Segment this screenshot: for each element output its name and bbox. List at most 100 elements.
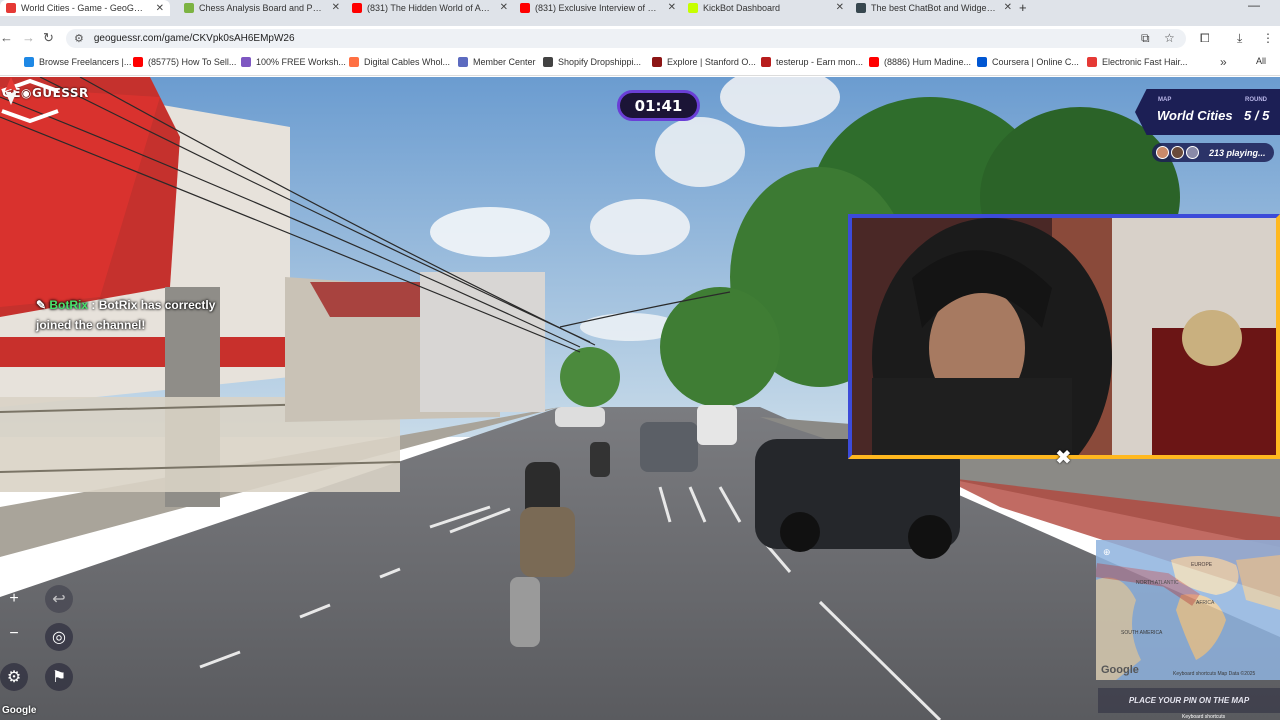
minimap-label: EUROPE [1191, 562, 1213, 568]
bookmark-item[interactable]: 100% FREE Worksh... [241, 57, 346, 67]
map-label: MAP [1158, 97, 1172, 103]
avatar [1171, 146, 1184, 159]
bookmark-label: (8886) Hum Madine... [884, 57, 972, 67]
tab-title: Chess Analysis Board and PGN ... [199, 2, 324, 13]
bookmark-item[interactable]: (85775) How To Sell... [133, 57, 236, 67]
tab-title: (831) Exclusive Interview of Dr... [535, 2, 660, 13]
round-label: ROUND [1245, 97, 1267, 103]
tab-close-icon[interactable]: ✕ [156, 3, 164, 14]
chat-message: ✎ BotRix : BotRix has correctly joined t… [36, 295, 222, 335]
tab-close-icon[interactable]: ✕ [332, 2, 340, 13]
minimap-expand-icon[interactable]: ⊕ [1103, 547, 1111, 558]
browser-tab[interactable]: World Cities - Game - GeoGue... ✕ [0, 0, 170, 16]
new-tab-button[interactable]: + [1019, 0, 1027, 15]
bookmarks-more-icon[interactable]: » [1220, 55, 1227, 69]
settings-icon[interactable]: ⚙ [0, 663, 28, 691]
tab-close-icon[interactable]: ✕ [836, 2, 844, 13]
avatar [1156, 146, 1169, 159]
tab-title: KickBot Dashboard [703, 2, 781, 13]
place-pin-button[interactable]: PLACE YOUR PIN ON THE MAP [1098, 688, 1280, 713]
download-icon[interactable]: ⤓ [1237, 31, 1242, 46]
all-bookmarks-link[interactable]: All [1256, 56, 1266, 66]
bookmark-label: Coursera | Online C... [992, 57, 1079, 67]
return-to-start-button[interactable]: ◎ [45, 623, 73, 651]
bookmark-favicon-icon [1087, 57, 1097, 67]
browser-tab[interactable]: Chess Analysis Board and PGN ... ✕ [178, 0, 346, 15]
players-text: 213 playing... [1209, 147, 1266, 158]
zoom-in-button[interactable]: + [0, 585, 28, 613]
tab-close-icon[interactable]: ✕ [500, 2, 508, 13]
close-icon[interactable]: ✖ [1055, 445, 1072, 470]
tab-favicon-icon [520, 2, 530, 13]
avatar [1186, 146, 1199, 159]
undo-move-button[interactable]: ↩ [45, 585, 73, 613]
minimize-window-icon[interactable]: — [1248, 0, 1260, 12]
tab-close-icon[interactable]: ✕ [1004, 2, 1012, 13]
bookmark-item[interactable]: Explore | Stanford O... [652, 57, 756, 67]
bookmark-item[interactable]: Shopify Dropshippi... [543, 57, 641, 67]
browser-tab[interactable]: KickBot Dashboard ✕ [682, 0, 850, 15]
compass-icon[interactable] [0, 77, 22, 105]
bookmark-item[interactable]: Digital Cables Whol... [349, 57, 450, 67]
bookmark-item[interactable]: Member Center [458, 57, 536, 67]
tab-favicon-icon [352, 2, 362, 13]
minimap-google-logo: Google [1101, 664, 1139, 676]
bookmark-label: testerup - Earn mon... [776, 57, 864, 67]
tab-strip: World Cities - Game - GeoGue... ✕ Chess An… [0, 0, 1280, 26]
chat-bot-icon: ✎ [36, 298, 50, 312]
browser-tab[interactable]: (831) Exclusive Interview of Dr... ✕ [514, 0, 682, 15]
bookmarks-bar: » All Browse Freelancers |... (85775) How… [0, 51, 1280, 76]
bookmark-label: 100% FREE Worksh... [256, 57, 346, 67]
tab-favicon-icon [856, 2, 866, 13]
minimap-label: AFRICA [1196, 600, 1215, 606]
bookmark-favicon-icon [349, 57, 359, 67]
street-view[interactable]: ✖ GE◉GUESSR 01:41 MAP World Cities ROUND… [0, 77, 1280, 720]
bookmark-favicon-icon [761, 57, 771, 67]
extensions-icon[interactable]: ⧠ [1200, 31, 1210, 46]
bookmark-favicon-icon [543, 57, 553, 67]
url-field[interactable]: ⚙ geoguessr.com/game/CKVpk0sAH6EMpW26 [66, 29, 1186, 48]
streamer-camera-image [852, 218, 1276, 455]
keyboard-shortcuts-link[interactable]: Keyboard shortcuts [1182, 714, 1225, 720]
webcam-overlay [848, 214, 1280, 459]
bookmark-favicon-icon [458, 57, 468, 67]
bookmark-favicon-icon [24, 57, 34, 67]
players-count: 213 playing... [1152, 143, 1274, 162]
tab-close-icon[interactable]: ✕ [668, 2, 676, 13]
tab-title: (831) The Hidden World of Ang... [367, 2, 492, 13]
reload-icon[interactable]: ↻ [43, 30, 54, 46]
bookmark-label: Electronic Fast Hair... [1102, 57, 1188, 67]
install-icon[interactable]: ⧉ [1141, 31, 1150, 46]
chat-username: BotRix [49, 298, 89, 312]
bookmark-label: Member Center [473, 57, 536, 67]
forward-icon[interactable]: → [22, 30, 35, 45]
bookmark-favicon-icon [869, 57, 879, 67]
bookmark-item[interactable]: Coursera | Online C... [977, 57, 1079, 67]
zoom-out-button[interactable]: − [0, 620, 28, 648]
guess-minimap[interactable]: EUROPE AFRICA SOUTH AMERICA NORTH ATLANT… [1096, 540, 1280, 680]
flag-icon[interactable]: ⚑ [45, 663, 73, 691]
site-info-icon[interactable]: ⚙ [74, 32, 84, 45]
bookmark-star-icon[interactable]: ☆ [1164, 31, 1175, 45]
map-name: World Cities [1157, 108, 1233, 123]
tab-title: World Cities - Game - GeoGue... [21, 3, 148, 13]
bookmark-favicon-icon [977, 57, 987, 67]
bookmark-item[interactable]: Browse Freelancers |... [24, 57, 131, 67]
browser-tab[interactable]: The best ChatBot and Widgets... ✕ [850, 0, 1018, 15]
back-icon[interactable]: ← [0, 30, 13, 45]
tab-favicon-icon [6, 3, 16, 13]
bookmark-item[interactable]: Electronic Fast Hair... [1087, 57, 1188, 67]
bookmark-label: Explore | Stanford O... [667, 57, 756, 67]
bookmark-label: Shopify Dropshippi... [558, 57, 642, 67]
bookmark-label: Digital Cables Whol... [364, 57, 451, 67]
address-bar: ← → ↻ ⚙ geoguessr.com/game/CKVpk0sAH6EMp… [0, 26, 1280, 51]
minimap-label: NORTH ATLANTIC [1136, 580, 1179, 586]
move-back-icon [1, 109, 59, 124]
browser-tab[interactable]: (831) The Hidden World of Ang... ✕ [346, 0, 514, 15]
bookmark-label: (85775) How To Sell... [148, 57, 237, 67]
menu-icon[interactable]: ⋮ [1262, 31, 1274, 45]
bookmark-item[interactable]: (8886) Hum Madine... [869, 57, 971, 67]
map-round-panel: MAP World Cities ROUND 5 / 5 [1135, 89, 1280, 135]
round-value: 5 / 5 [1244, 108, 1270, 123]
bookmark-item[interactable]: testerup - Earn mon... [761, 57, 863, 67]
